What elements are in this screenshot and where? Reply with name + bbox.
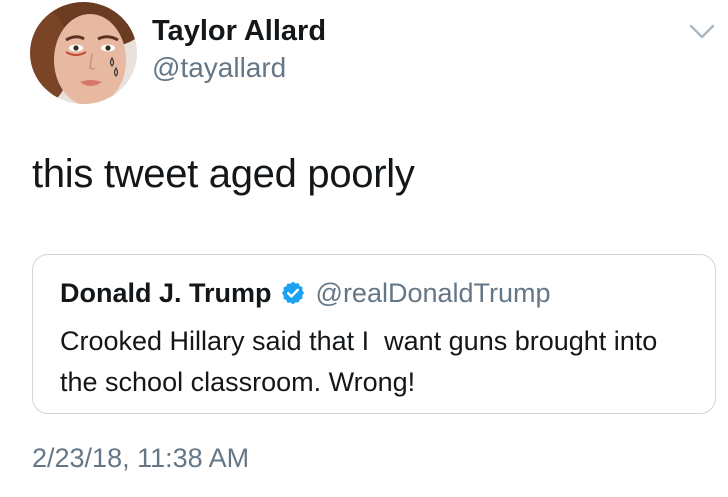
quoted-tweet-header: Donald J. Trump @realDonaldTrump: [60, 277, 551, 309]
author-handle[interactable]: @tayallard: [152, 52, 286, 84]
avatar[interactable]: [30, 2, 137, 104]
quoted-tweet-card[interactable]: Donald J. Trump @realDonaldTrump Crooked…: [32, 254, 716, 414]
quoted-author-handle: @realDonaldTrump: [315, 278, 551, 308]
tweet-timestamp[interactable]: 2/23/18, 11:38 AM: [32, 442, 249, 474]
verified-badge-icon: [281, 281, 304, 305]
tweet-text: this tweet aged poorly: [32, 152, 415, 196]
author-display-name[interactable]: Taylor Allard: [152, 14, 326, 48]
tweet-detail: Taylor Allard @tayallard this tweet aged…: [0, 0, 728, 497]
quoted-tweet-text: Crooked Hillary said that I want guns br…: [60, 326, 665, 397]
chevron-down-icon[interactable]: [684, 20, 720, 44]
quoted-author-display-name: Donald J. Trump: [60, 278, 272, 308]
